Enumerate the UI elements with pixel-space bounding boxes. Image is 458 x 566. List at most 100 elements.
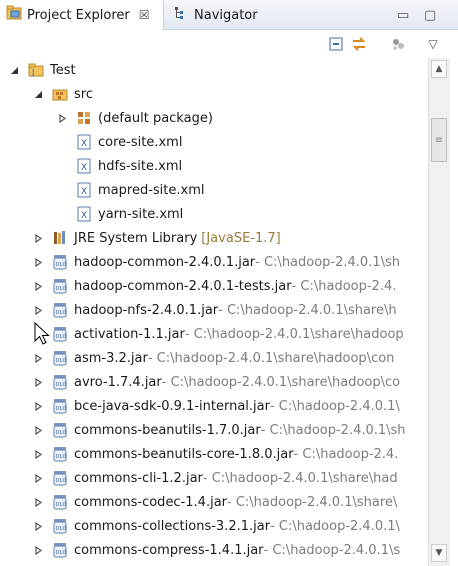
tree-item-xml-file[interactable]: X mapred-site.xml (0, 178, 426, 202)
jar-path: - C:\hadoop-2.4.0.1\sh (260, 422, 406, 438)
expanded-arrow-icon[interactable] (8, 64, 20, 76)
tree-item-jar[interactable]: 010 commons-cli-1.2.jar - C:\hadoop-2.4.… (0, 466, 426, 490)
collapsed-arrow-icon[interactable] (32, 400, 44, 412)
project-tree: J Test src (default package) X core-site… (0, 58, 426, 566)
xml-file-icon: X (76, 182, 92, 198)
jar-path: - C:\hadoop-2.4.0.1\share\ (227, 494, 398, 510)
jar-name: hadoop-common-2.4.0.1-tests.jar (74, 278, 292, 294)
view-menu-icon[interactable]: ▽ (424, 35, 442, 53)
collapsed-arrow-icon[interactable] (32, 472, 44, 484)
collapsed-arrow-icon[interactable] (32, 376, 44, 388)
jar-icon: 010 (52, 542, 68, 558)
svg-text:010: 010 (56, 310, 67, 316)
svg-text:010: 010 (56, 334, 67, 340)
jar-icon: 010 (52, 350, 68, 366)
collapsed-arrow-icon[interactable] (32, 520, 44, 532)
jar-path: - C:\hadoop-2.4.0.1\share\had (202, 470, 398, 486)
tree-item-jar[interactable]: 010 bce-java-sdk-0.9.1-internal.jar - C:… (0, 394, 426, 418)
tree-item-jar[interactable]: 010 commons-collections-3.2.1.jar - C:\h… (0, 514, 426, 538)
jar-name: activation-1.1.jar (74, 326, 185, 342)
tree-item-label: mapred-site.xml (98, 182, 205, 198)
jar-name: commons-cli-1.2.jar (74, 470, 203, 486)
collapse-all-icon[interactable] (327, 35, 345, 53)
svg-text:X: X (81, 139, 87, 149)
expanded-arrow-icon[interactable] (32, 88, 44, 100)
scroll-up-icon[interactable]: ▲ (431, 60, 447, 78)
tree-item-jar[interactable]: 010 hadoop-nfs-2.4.0.1.jar - C:\hadoop-2… (0, 298, 426, 322)
jar-icon: 010 (52, 398, 68, 414)
collapsed-arrow-icon[interactable] (32, 304, 44, 316)
tab-navigator[interactable]: Navigator (168, 0, 288, 30)
jar-path: - C:\hadoop-2.4.0.1\sh (255, 254, 400, 270)
svg-text:010: 010 (56, 478, 67, 484)
tree-item-jar[interactable]: 010 hadoop-common-2.4.0.1.jar - C:\hadoo… (0, 250, 426, 274)
tree-item-xml-file[interactable]: X core-site.xml (0, 130, 426, 154)
collapsed-arrow-icon[interactable] (32, 424, 44, 436)
jre-version-decoration: [JavaSE-1.7] (201, 230, 281, 246)
collapsed-arrow-icon[interactable] (32, 352, 44, 364)
tree-item-label: JRE System Library (74, 230, 198, 246)
jar-icon: 010 (52, 326, 68, 342)
svg-text:010: 010 (56, 550, 67, 556)
jar-path: - C:\hadoop-2.4.0.1\share\hadoop\co (161, 374, 401, 390)
tree-item-label: hdfs-site.xml (98, 158, 183, 174)
tree-item-src[interactable]: src (0, 82, 426, 106)
tree-item-jar[interactable]: 010 avro-1.7.4.jar - C:\hadoop-2.4.0.1\s… (0, 370, 426, 394)
tree-item-jar[interactable]: 010 commons-codec-1.4.jar - C:\hadoop-2.… (0, 490, 426, 514)
scroll-down-icon[interactable]: ▼ (431, 544, 447, 562)
svg-text:010: 010 (56, 526, 67, 532)
jar-icon: 010 (52, 254, 68, 270)
tree-item-project-test[interactable]: J Test (0, 58, 426, 82)
svg-text:010: 010 (56, 502, 67, 508)
collapsed-arrow-icon[interactable] (32, 496, 44, 508)
jar-path: - C:\hadoop-2.4.0.1\share\hadoop (184, 326, 404, 342)
tree-item-jar[interactable]: 010 commons-compress-1.4.1.jar - C:\hado… (0, 538, 426, 562)
tree-item-jar[interactable]: 010 commons-beanutils-1.7.0.jar - C:\had… (0, 418, 426, 442)
xml-file-icon: X (76, 206, 92, 222)
collapsed-arrow-icon[interactable] (32, 544, 44, 556)
tab-project-explorer[interactable]: Project Explorer ☒ (0, 0, 164, 31)
collapsed-arrow-icon[interactable] (32, 280, 44, 292)
link-with-editor-icon[interactable] (350, 35, 368, 53)
jar-name: commons-codec-1.4.jar (74, 494, 228, 510)
tree-item-jar[interactable]: 010 commons-beanutils-core-1.8.0.jar - C… (0, 442, 426, 466)
jar-icon: 010 (52, 302, 68, 318)
maximize-icon[interactable]: ▢ (424, 8, 436, 23)
jar-icon: 010 (52, 446, 68, 462)
jar-path: - C:\hadoop-2.4.0.1\share\hadoop\con (147, 350, 395, 366)
jar-path: - C:\hadoop-2.4.0.1\s (263, 542, 401, 558)
svg-text:J: J (31, 68, 34, 77)
tree-item-label: Test (50, 62, 76, 78)
tree-item-jre-library[interactable]: JRE System Library [JavaSE-1.7] (0, 226, 426, 250)
tree-item-label: (default package) (98, 110, 213, 126)
vertical-scrollbar[interactable]: ▲ ≡ ▼ (428, 58, 450, 566)
svg-text:010: 010 (56, 286, 67, 292)
focus-icon[interactable] (389, 35, 407, 53)
scrollbar-thumb[interactable]: ≡ (431, 118, 447, 162)
tree-item-default-package[interactable]: (default package) (0, 106, 426, 130)
library-icon (52, 230, 68, 246)
tree-item-label: yarn-site.xml (98, 206, 184, 222)
jar-path: - C:\hadoop-2.4. (291, 278, 397, 294)
svg-text:010: 010 (56, 262, 67, 268)
jar-icon: 010 (52, 278, 68, 294)
collapsed-arrow-icon[interactable] (32, 448, 44, 460)
project-explorer-icon (6, 5, 22, 25)
svg-text:010: 010 (56, 406, 67, 412)
view-toolbar: ▽ (0, 30, 458, 58)
tree-item-jar[interactable]: 010 activation-1.1.jar - C:\hadoop-2.4.0… (0, 322, 426, 346)
tree-item-xml-file[interactable]: X yarn-site.xml (0, 202, 426, 226)
svg-text:010: 010 (56, 382, 67, 388)
svg-text:010: 010 (56, 358, 67, 364)
collapsed-arrow-icon[interactable] (56, 112, 68, 124)
collapsed-arrow-icon[interactable] (32, 256, 44, 268)
tree-item-jar[interactable]: 010 asm-3.2.jar - C:\hadoop-2.4.0.1\shar… (0, 346, 426, 370)
tree-item-label: src (74, 86, 93, 102)
tree-item-xml-file[interactable]: X hdfs-site.xml (0, 154, 426, 178)
jar-path: - C:\hadoop-2.4.0.1\ (270, 518, 400, 534)
minimize-icon[interactable]: ▭ (397, 8, 409, 23)
jar-name: avro-1.7.4.jar (74, 374, 162, 390)
close-icon[interactable]: ☒ (139, 8, 150, 22)
collapsed-arrow-icon[interactable] (32, 232, 44, 244)
tree-item-jar[interactable]: 010 hadoop-common-2.4.0.1-tests.jar - C:… (0, 274, 426, 298)
